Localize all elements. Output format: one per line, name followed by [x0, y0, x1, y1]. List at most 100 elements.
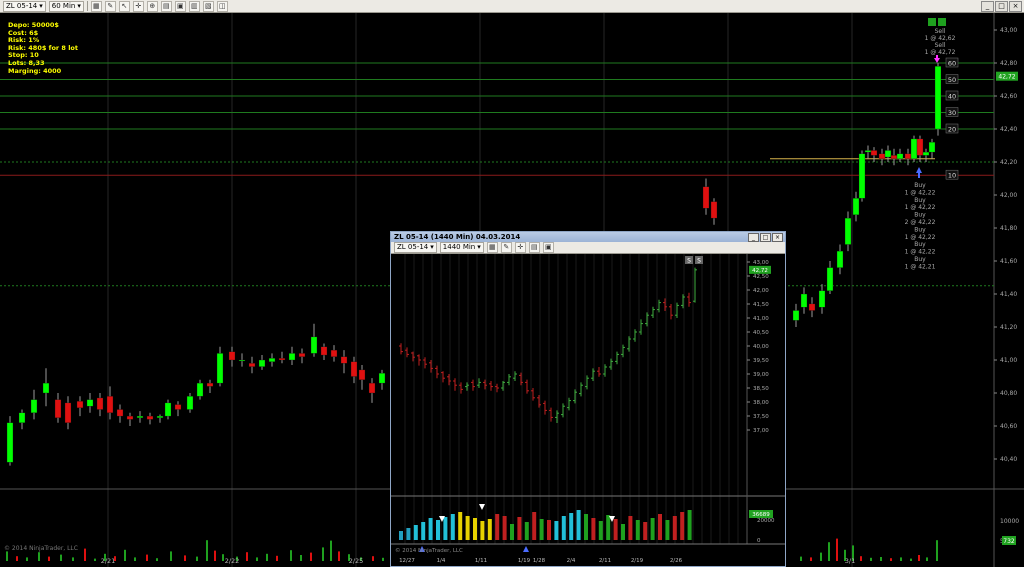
price-tick-label: 42,60 [1000, 93, 1017, 100]
volume-bar [495, 514, 500, 540]
maximize-button[interactable]: □ [995, 0, 1008, 12]
up-candle [156, 415, 164, 418]
maximize-button[interactable]: □ [760, 232, 771, 242]
sell-marker [928, 18, 936, 26]
down-candle [702, 186, 710, 209]
volume-bar [539, 519, 544, 540]
volume-bar [665, 520, 670, 540]
volume-bar [532, 512, 537, 540]
pencil-icon[interactable]: ✎ [500, 242, 512, 253]
copyright-text: © 2014 NinjaTrader, LLC [4, 545, 78, 552]
level-label: 50 [948, 76, 956, 84]
volume-bar [910, 558, 912, 561]
date-label: 1/28 [533, 558, 546, 564]
period-selector[interactable]: 1440 Min ▾ [439, 242, 484, 253]
volume-bar [584, 514, 588, 540]
volume-bar [266, 553, 268, 561]
down-candle [878, 153, 886, 159]
volume-bar [372, 556, 374, 561]
volume-bar [6, 551, 8, 561]
buy-annotation-text: 1 @ 42,22 [905, 234, 936, 241]
volume-tick-label: 10000 [1000, 518, 1019, 525]
volume-bar [569, 513, 574, 540]
signal-marker-label: S [697, 258, 701, 265]
down-candle [248, 363, 256, 367]
last-price-label: 42,72 [752, 268, 768, 274]
down-candle [330, 349, 338, 357]
up-candle [288, 353, 296, 361]
up-candle [6, 422, 14, 463]
buy-annotation-text: 2 @ 42,22 [905, 219, 936, 226]
volume-bar [256, 557, 258, 561]
volume-bar [880, 557, 882, 561]
volume-bar [510, 524, 514, 540]
price-tick-label: 42,20 [1000, 159, 1017, 166]
price-tick-label: 38,00 [753, 400, 769, 406]
cursor-icon[interactable]: ↖ [118, 0, 130, 12]
instrument-selector[interactable]: ZL 05-14 ▾ [394, 242, 437, 253]
volume-bar [214, 550, 216, 561]
up-candle [896, 153, 904, 159]
up-candle [928, 142, 936, 153]
templates-icon[interactable]: ◫ [216, 0, 228, 12]
up-candle [18, 412, 26, 423]
down-candle [116, 409, 124, 417]
level-label: 60 [948, 60, 956, 68]
close-button[interactable]: × [772, 232, 783, 242]
properties-icon[interactable]: ▣ [174, 0, 186, 12]
crosshair-icon[interactable]: ✛ [514, 242, 526, 253]
volume-bar [480, 521, 485, 540]
crosshair-icon[interactable]: ✛ [132, 0, 144, 12]
volume-bar [406, 528, 411, 540]
buy-annotation-text: 1 @ 42,22 [905, 249, 936, 256]
close-button[interactable]: × [1009, 0, 1022, 12]
period-label: 1440 Min [442, 243, 476, 251]
down-candle [206, 382, 214, 387]
volume-bar [836, 538, 838, 561]
period-selector[interactable]: 60 Min ▾ [48, 0, 84, 12]
minimize-button[interactable]: _ [981, 0, 994, 12]
signal-marker-label: S [687, 258, 691, 265]
volume-bar [936, 540, 938, 561]
price-tick-label: 42,50 [753, 274, 769, 280]
down-candle [904, 153, 912, 159]
daily-chart-titlebar[interactable]: ZL 05-14 (1440 Min) 04.03.2014 _ □ × [391, 232, 785, 242]
price-tick-label: 42,00 [753, 288, 769, 294]
daily-chart-group: 43,00 42,50 42,00 41,50 41,00 40,50 40,00 39,50… [391, 254, 785, 564]
strategies-icon[interactable]: ▧ [202, 0, 214, 12]
up-candle [858, 153, 866, 199]
price-tick-label: 42,40 [1000, 126, 1017, 133]
zoom-icon[interactable]: ⊕ [146, 0, 158, 12]
daily-price-chart[interactable]: 43,00 42,50 42,00 41,50 41,00 40,50 40,00 39,50… [391, 254, 785, 566]
instrument-selector[interactable]: ZL 05-14 ▾ [3, 0, 46, 12]
up-candle [258, 359, 266, 367]
buy-annotation-text: 1 @ 42,22 [905, 204, 936, 211]
volume-bar [421, 522, 426, 540]
minimize-button[interactable]: _ [748, 232, 759, 242]
volume-bar [276, 555, 278, 561]
volume-bar [450, 514, 455, 540]
sell-marker [938, 18, 946, 26]
price-tick-label: 43,00 [1000, 27, 1017, 34]
sell-annotation-text: 1 @ 42,72 [925, 49, 956, 56]
buy-annotation-text: Buy [914, 182, 926, 189]
properties-icon[interactable]: ▣ [542, 242, 554, 253]
data-box-icon[interactable]: ▤ [528, 242, 540, 253]
price-tick-label: 40,40 [1000, 456, 1017, 463]
daily-chart-window[interactable]: ZL 05-14 (1440 Min) 04.03.2014 _ □ × ZL … [390, 231, 786, 567]
up-candle [196, 382, 204, 397]
data-box-icon[interactable]: ▤ [160, 0, 172, 12]
chart-style-icon[interactable]: ▦ [486, 242, 498, 253]
down-candle [76, 401, 84, 408]
volume-bar [399, 531, 403, 540]
down-candle [340, 356, 348, 364]
chart-style-icon[interactable]: ▦ [90, 0, 102, 12]
instrument-label: ZL 05-14 [397, 243, 429, 251]
volume-bar [465, 516, 470, 540]
chevron-down-icon: ▾ [39, 1, 43, 10]
price-tick-label: 37,50 [753, 414, 769, 420]
date-label: 2/19 [631, 558, 644, 564]
price-tick-label: 40,80 [1000, 390, 1017, 397]
indicators-icon[interactable]: ▥ [188, 0, 200, 12]
pencil-icon[interactable]: ✎ [104, 0, 116, 12]
